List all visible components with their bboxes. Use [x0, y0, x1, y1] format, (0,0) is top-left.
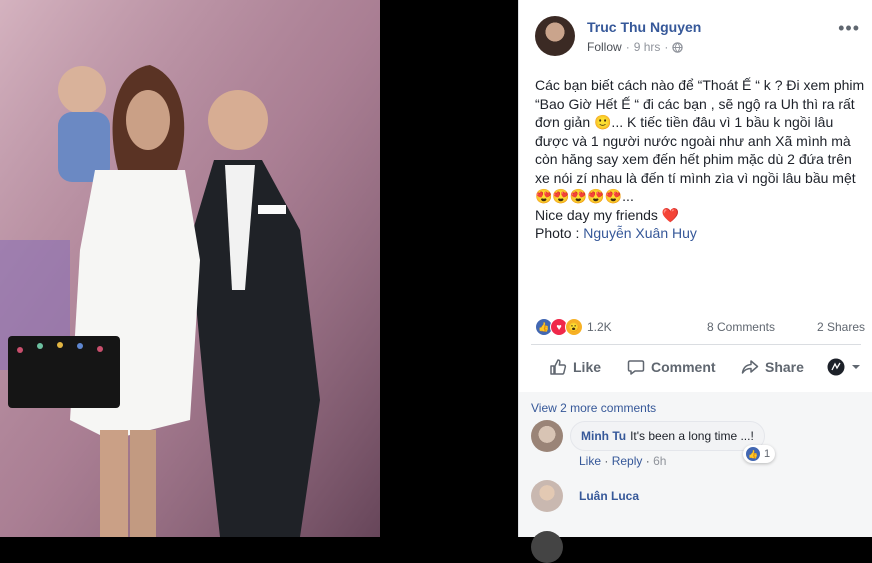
- post-text: Các bạn biết cách nào để “Thoát Ế “ k ? …: [535, 76, 865, 243]
- follow-link[interactable]: Follow: [587, 40, 622, 54]
- commenter-avatar[interactable]: [531, 420, 563, 452]
- photo-illustration: [0, 0, 380, 537]
- separator: ·: [645, 454, 654, 468]
- photo-credit-label: Photo :: [535, 225, 584, 241]
- view-more-comments-link[interactable]: View 2 more comments: [531, 401, 656, 415]
- like-reaction-icon: 👍: [745, 446, 761, 462]
- post-text-line: Nice day my friends ❤️: [535, 206, 680, 223]
- reaction-count[interactable]: 1.2K: [587, 320, 612, 334]
- like-button-label: Like: [573, 359, 602, 375]
- commenter-name[interactable]: Luân Luca: [579, 489, 639, 503]
- separator: ·: [604, 454, 612, 468]
- share-button-label: Share: [765, 359, 804, 375]
- chevron-down-icon: [851, 362, 861, 372]
- audience-selector[interactable]: [827, 358, 861, 376]
- author-avatar[interactable]: [535, 16, 575, 56]
- photo-credit-link[interactable]: Nguyễn Xuân Huy: [583, 225, 697, 241]
- post-actions: Like Comment Share: [535, 352, 865, 382]
- thumbs-up-icon: [549, 358, 567, 376]
- globe-icon: [672, 41, 684, 53]
- comment-reactions[interactable]: 👍 1: [743, 445, 776, 463]
- meta-separator: ·: [664, 40, 669, 54]
- post-time[interactable]: 9 hrs: [634, 40, 661, 54]
- post-meta: Follow · 9 hrs ·: [587, 40, 684, 54]
- comments-count[interactable]: 8 Comments: [707, 320, 775, 334]
- like-button[interactable]: Like: [549, 358, 601, 376]
- comment-like-link[interactable]: Like: [579, 454, 601, 468]
- reactions-row: 👍 ♥ 😮 1.2K 8 Comments 2 Shares: [535, 318, 865, 338]
- share-button[interactable]: Share: [741, 358, 804, 376]
- comment-reply-link[interactable]: Reply: [612, 454, 643, 468]
- comment-button[interactable]: Comment: [627, 358, 716, 376]
- comment-button-label: Comment: [651, 359, 716, 375]
- post-photo[interactable]: [0, 0, 380, 537]
- author-name[interactable]: Truc Thu Nguyen: [587, 19, 701, 35]
- shares-count[interactable]: 2 Shares: [817, 320, 865, 334]
- commenter-name[interactable]: Minh Tu: [581, 429, 626, 443]
- comment-icon: [627, 358, 645, 376]
- share-arrow-icon: [741, 358, 759, 376]
- comment-text: It's been a long time ...!: [630, 429, 754, 443]
- comment-actions: Like · Reply · 6h: [579, 454, 666, 468]
- commenter-avatar[interactable]: [531, 531, 563, 563]
- comments-section: View 2 more comments Minh Tu It's been a…: [519, 392, 872, 563]
- post-side-panel: Truc Thu Nguyen Follow · 9 hrs · ••• Các…: [518, 0, 872, 563]
- post-text-line: Các bạn biết cách nào để “Thoát Ế “ k ? …: [535, 77, 865, 204]
- wow-reaction-icon: 😮: [565, 318, 583, 336]
- comment-bubble: Minh Tu It's been a long time ...!: [570, 421, 765, 451]
- comment-reaction-count: 1: [764, 448, 771, 460]
- commenter-avatar[interactable]: [531, 480, 563, 512]
- comment-time[interactable]: 6h: [653, 454, 666, 468]
- more-options-icon[interactable]: •••: [838, 18, 860, 39]
- profile-avatar-icon: [827, 358, 845, 376]
- divider: [531, 344, 861, 345]
- photo-viewer: [0, 0, 518, 537]
- reaction-icons[interactable]: 👍 ♥ 😮: [535, 318, 583, 336]
- photo-credit-line: Photo : Nguyễn Xuân Huy: [535, 224, 865, 243]
- meta-separator: ·: [625, 40, 630, 54]
